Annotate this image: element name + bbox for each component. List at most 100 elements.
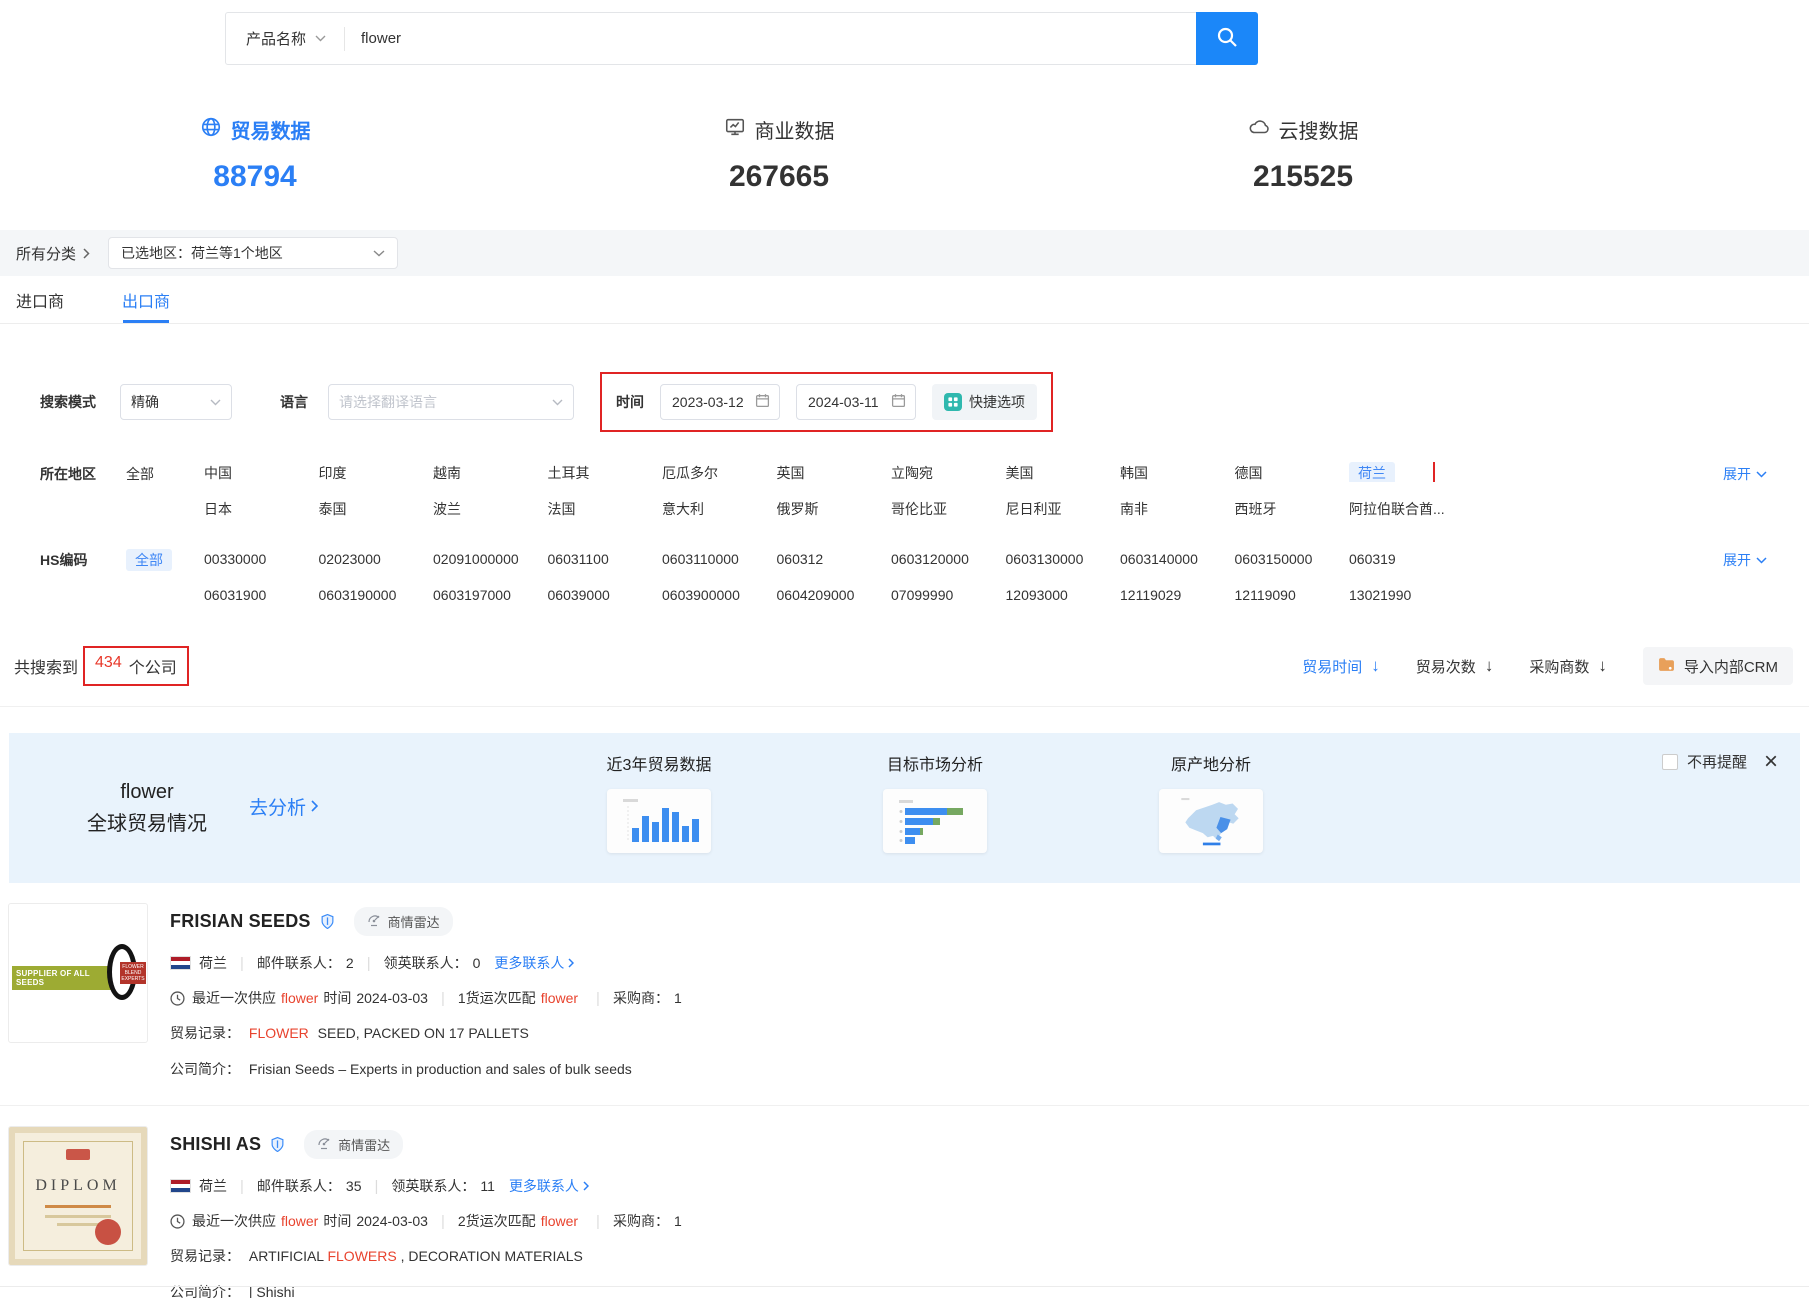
hs-option[interactable]: 06031100: [548, 548, 663, 568]
sort-controls: 贸易时间 ↓ 贸易次数 ↓ 采购商数 ↓ 导入内部CRM: [1302, 647, 1793, 685]
hs-option[interactable]: 12119029: [1120, 584, 1235, 604]
hs-option[interactable]: 0603197000: [433, 584, 548, 604]
dont-remind-checkbox[interactable]: [1662, 754, 1678, 770]
search-category-dropdown[interactable]: 产品名称: [226, 28, 344, 49]
divider: |: [441, 990, 445, 1007]
company-logo[interactable]: DIPLOM: [8, 1126, 148, 1266]
region-option[interactable]: 厄瓜多尔: [662, 462, 777, 482]
hs-option[interactable]: 13021990: [1349, 584, 1464, 604]
hs-option[interactable]: 0603130000: [1006, 548, 1121, 568]
company-name[interactable]: SHISHI AS: [170, 1134, 261, 1155]
more-contacts-link[interactable]: 更多联系人: [494, 953, 574, 973]
region-option[interactable]: 尼日利亚: [1006, 498, 1121, 518]
date-to-value: 2024-03-11: [808, 394, 879, 410]
business-radar-badge[interactable]: 商情雷达: [304, 1130, 403, 1159]
hs-option[interactable]: 0603120000: [891, 548, 1006, 568]
region-option[interactable]: 意大利: [662, 498, 777, 518]
supply-keyword: flower: [281, 990, 318, 1006]
thumb-origin-analysis[interactable]: 原产地分析: [1147, 751, 1275, 853]
import-crm-button[interactable]: 导入内部CRM: [1643, 647, 1793, 685]
close-icon[interactable]: ×: [1764, 754, 1778, 770]
hs-option[interactable]: 0603150000: [1235, 548, 1350, 568]
result-count-suffix: 个公司: [129, 654, 177, 678]
hs-option[interactable]: 0603190000: [319, 584, 434, 604]
business-radar-badge[interactable]: 商情雷达: [354, 907, 453, 936]
email-contacts-count: 35: [346, 1178, 362, 1194]
sort-buyer-count[interactable]: 采购商数 ↓: [1529, 656, 1607, 677]
hs-expand-link[interactable]: 展开: [1723, 550, 1767, 570]
date-to-input[interactable]: 2024-03-11: [796, 384, 916, 420]
shipment-match-keyword: flower: [541, 1213, 578, 1229]
stat-business-data[interactable]: 商业数据 267665: [679, 115, 879, 194]
hs-option[interactable]: 0603140000: [1120, 548, 1235, 568]
region-option[interactable]: 阿拉伯联合酋...: [1349, 498, 1464, 518]
region-option[interactable]: 印度: [319, 462, 434, 482]
region-expand-link[interactable]: 展开: [1723, 464, 1767, 484]
hs-option[interactable]: 02023000: [319, 548, 434, 568]
sort-trade-time[interactable]: 贸易时间 ↓: [1302, 656, 1380, 677]
go-analyze-link[interactable]: 去分析: [249, 793, 318, 820]
thumb-trade-3y[interactable]: 近3年贸易数据: [595, 751, 723, 853]
search-input[interactable]: [345, 30, 1196, 47]
region-option[interactable]: 法国: [548, 498, 663, 518]
region-label: 所在地区: [40, 462, 126, 518]
stat-trade-data[interactable]: 贸易数据 88794: [155, 115, 355, 194]
region-option[interactable]: 英国: [777, 462, 892, 482]
hs-option[interactable]: 07099990: [891, 584, 1006, 604]
quick-options-button[interactable]: 快捷选项: [932, 384, 1037, 420]
hs-option[interactable]: 0603900000: [662, 584, 777, 604]
profile-text: Frisian Seeds – Experts in production an…: [249, 1061, 632, 1077]
search-mode-select[interactable]: 精确: [120, 384, 232, 420]
region-option[interactable]: 日本: [204, 498, 319, 518]
hs-option[interactable]: 060319: [1349, 548, 1464, 568]
region-option[interactable]: 德国: [1235, 462, 1350, 482]
company-name[interactable]: FRISIAN SEEDS: [170, 911, 311, 932]
date-from-input[interactable]: 2023-03-12: [660, 384, 780, 420]
sort-trade-count[interactable]: 贸易次数 ↓: [1416, 656, 1494, 677]
region-option[interactable]: 土耳其: [548, 462, 663, 482]
region-option[interactable]: 南非: [1120, 498, 1235, 518]
hs-option[interactable]: 06031900: [204, 584, 319, 604]
stat-cloud-search-data[interactable]: 云搜数据 215525: [1203, 115, 1403, 194]
chevron-right-icon: [583, 1181, 589, 1191]
hs-option[interactable]: 06039000: [548, 584, 663, 604]
hs-option[interactable]: 00330000: [204, 548, 319, 568]
more-contacts-link[interactable]: 更多联系人: [509, 1176, 589, 1196]
hs-option[interactable]: 12119090: [1235, 584, 1350, 604]
hs-option[interactable]: 0604209000: [777, 584, 892, 604]
selected-region-dropdown[interactable]: 已选地区：荷兰等1个地区: [108, 237, 398, 269]
hs-option[interactable]: 12093000: [1006, 584, 1121, 604]
region-option[interactable]: 泰国: [319, 498, 434, 518]
divider: |: [240, 955, 244, 972]
region-option[interactable]: 哥伦比亚: [891, 498, 1006, 518]
region-all-option[interactable]: 全部: [126, 462, 204, 518]
region-option[interactable]: 美国: [1006, 462, 1121, 482]
region-option[interactable]: 俄罗斯: [777, 498, 892, 518]
region-option[interactable]: 立陶宛: [891, 462, 1006, 482]
shield-icon[interactable]: [321, 914, 334, 929]
thumb-target-market[interactable]: 目标市场分析: [871, 751, 999, 853]
hs-all-option[interactable]: 全部: [126, 548, 204, 604]
hs-option[interactable]: 02091000000: [433, 548, 548, 568]
selected-region-pill: 荷兰: [1349, 462, 1395, 482]
hs-all-pill: 全部: [126, 549, 172, 571]
shield-icon[interactable]: [271, 1137, 284, 1152]
region-option[interactable]: 中国: [204, 462, 319, 482]
company-profile-row: 公司简介： | Shishi: [170, 1282, 682, 1298]
hs-option[interactable]: 060312: [777, 548, 892, 568]
region-option[interactable]: 越南: [433, 462, 548, 482]
search-button[interactable]: [1196, 12, 1258, 65]
region-option[interactable]: 波兰: [433, 498, 548, 518]
dont-remind-label: 不再提醒: [1687, 751, 1747, 772]
all-categories-link[interactable]: 所有分类: [16, 243, 90, 264]
linkedin-contacts-count: 0: [473, 955, 481, 971]
region-option[interactable]: 西班牙: [1235, 498, 1350, 518]
region-option[interactable]: 韩国: [1120, 462, 1235, 482]
tab-importer[interactable]: 进口商: [16, 276, 64, 323]
hs-option[interactable]: 0603110000: [662, 548, 777, 568]
company-logo[interactable]: SUPPLIER OF ALL SEEDS FLOWER BLEND EXPER…: [8, 903, 148, 1043]
tab-exporter[interactable]: 出口商: [122, 276, 170, 323]
language-select[interactable]: 请选择翻译语言: [328, 384, 574, 420]
divider: |: [441, 1213, 445, 1230]
region-option-selected[interactable]: 荷兰: [1349, 462, 1464, 482]
